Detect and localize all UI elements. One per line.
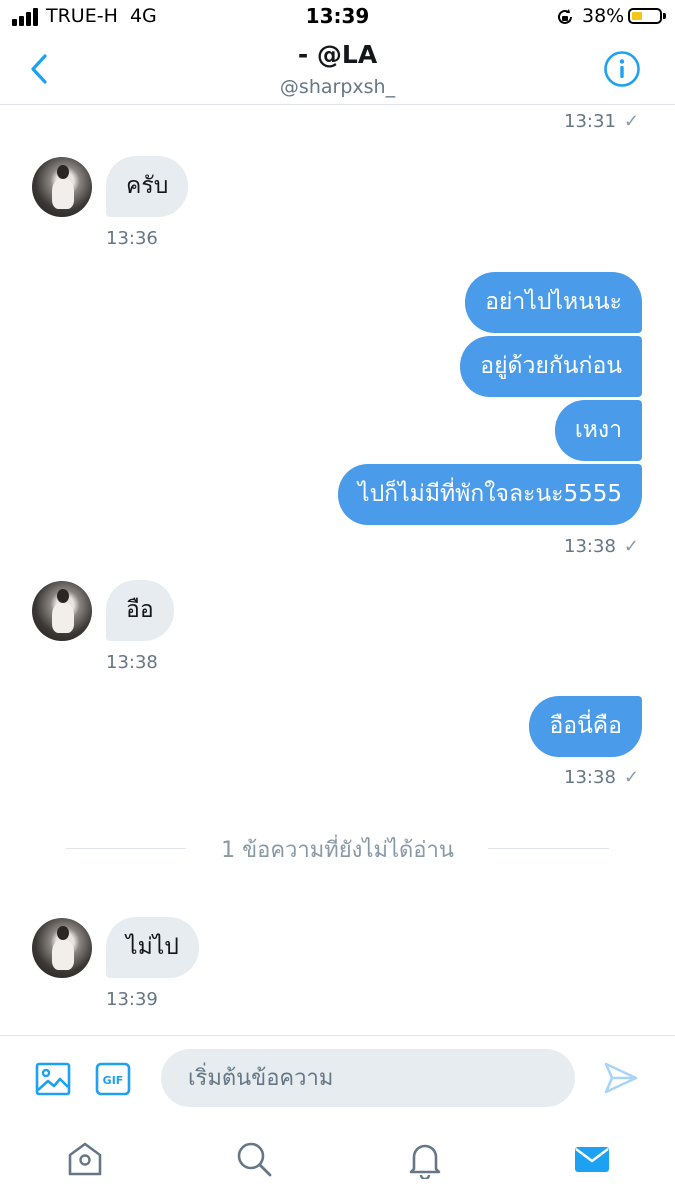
outgoing-message-bubble[interactable]: อือนี่คือ	[529, 696, 642, 757]
conversation-handle[interactable]: @sharpxsh_	[0, 76, 675, 98]
unread-messages-divider: 1 ข้อความที่ยังไม่ได้อ่าน	[221, 838, 454, 863]
read-check-icon: ✓	[623, 111, 639, 132]
outgoing-message-bubble[interactable]: อยู่ด้วยกันก่อน	[460, 336, 642, 397]
conversation-header: - @LA @sharpxsh_	[0, 34, 675, 105]
messages-icon[interactable]	[572, 1139, 612, 1179]
avatar[interactable]	[32, 581, 92, 641]
info-icon[interactable]	[603, 50, 641, 88]
conversation-title[interactable]: - @LA	[0, 40, 675, 69]
message-timestamp: 13:38 ✓	[564, 536, 639, 557]
avatar[interactable]	[32, 918, 92, 978]
timestamp-text: 13:31	[564, 111, 616, 132]
read-check-icon: ✓	[623, 767, 639, 788]
timestamp-text: 13:38	[564, 536, 616, 557]
status-bar: TRUE-H 4G 13:39 38%	[0, 0, 675, 34]
avatar[interactable]	[32, 157, 92, 217]
home-icon[interactable]	[65, 1139, 105, 1179]
search-icon[interactable]	[234, 1139, 274, 1179]
incoming-message-bubble[interactable]: อือ	[106, 580, 174, 641]
message-timestamp: 13:39	[106, 989, 158, 1010]
incoming-message-bubble[interactable]: ครับ	[106, 156, 189, 217]
gif-icon[interactable]: GIF	[95, 1062, 131, 1096]
send-icon[interactable]	[602, 1060, 640, 1096]
incoming-message-bubble[interactable]: ไม่ไป	[106, 917, 199, 978]
battery-icon	[628, 8, 666, 24]
message-composer: GIF	[0, 1035, 675, 1124]
message-timestamp: 13:31 ✓	[564, 111, 639, 132]
outgoing-message-bubble[interactable]: เหงา	[554, 400, 642, 461]
gif-label: GIF	[103, 1074, 124, 1087]
message-input[interactable]	[161, 1049, 575, 1107]
outgoing-message-bubble[interactable]: ไปก็ไม่มีที่พักใจละนะ5555	[338, 464, 642, 525]
timestamp-text: 13:38	[564, 767, 616, 788]
notifications-icon[interactable]	[405, 1139, 445, 1179]
rotation-lock-icon	[558, 9, 572, 24]
battery-percent: 38%	[582, 5, 625, 27]
tab-bar	[0, 1123, 675, 1200]
message-timestamp: 13:38 ✓	[564, 767, 639, 788]
message-timestamp: 13:36	[106, 228, 158, 249]
image-icon[interactable]	[35, 1062, 71, 1096]
read-check-icon: ✓	[623, 536, 639, 557]
message-timestamp: 13:38	[106, 652, 158, 673]
outgoing-message-bubble[interactable]: อย่าไปไหนนะ	[465, 272, 642, 333]
